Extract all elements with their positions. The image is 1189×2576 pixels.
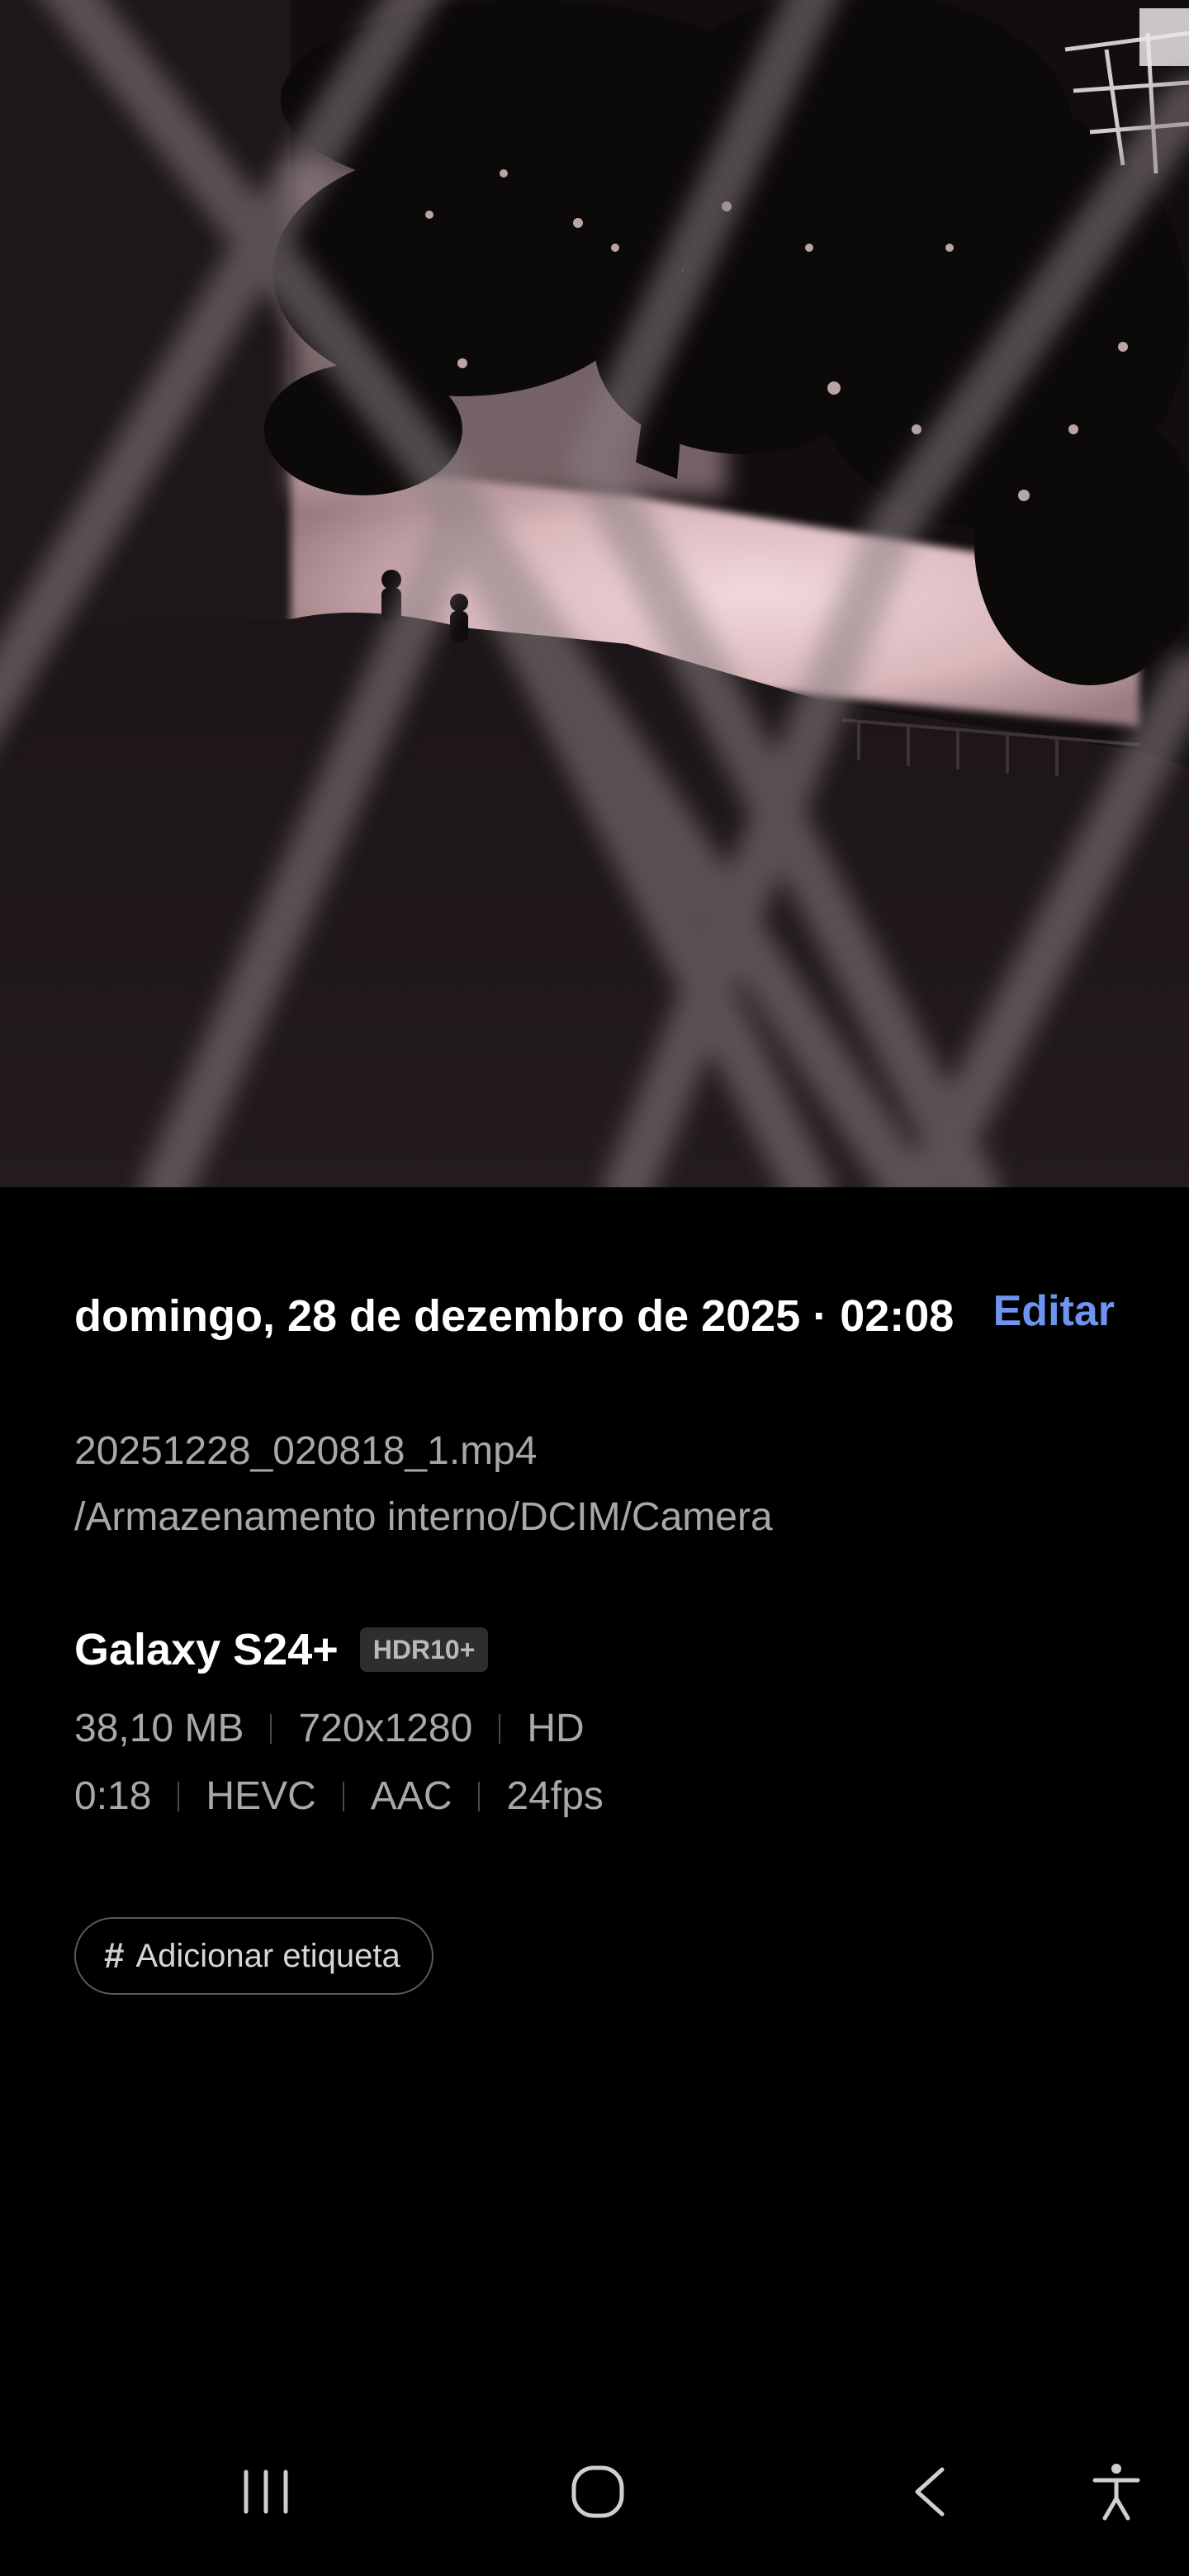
back-icon [915, 2467, 945, 2517]
device-name: Galaxy S24+ [74, 1625, 339, 1674]
home-button[interactable] [557, 2451, 639, 2533]
duration: 0:18 [74, 1774, 152, 1818]
recents-button[interactable] [225, 2451, 307, 2533]
divider [178, 1782, 180, 1811]
divider [342, 1782, 344, 1811]
divider [499, 1714, 501, 1744]
navigation-bar [0, 2401, 1189, 2576]
file-size: 38,10 MB [74, 1707, 244, 1750]
frame-rate: 24fps [506, 1774, 604, 1818]
media-preview[interactable] [0, 0, 1189, 1187]
video-codec: HEVC [206, 1774, 316, 1818]
hashtag-icon: # [104, 1935, 125, 1976]
resolution: 720x1280 [298, 1707, 473, 1750]
specs-row-1: 38,10 MB 720x1280 HD [74, 1702, 585, 1755]
divider [478, 1782, 481, 1811]
add-tag-label: Adicionar etiqueta [135, 1937, 400, 1974]
hdr-badge: HDR10+ [359, 1627, 489, 1672]
recents-icon [244, 2469, 288, 2514]
file-name: 20251228_020818_1.mp4 [74, 1429, 538, 1473]
accessibility-button[interactable] [1075, 2451, 1158, 2533]
file-path: /Armazenamento interno/DCIM/Camera [74, 1495, 773, 1539]
back-button[interactable] [888, 2451, 971, 2533]
edit-button[interactable]: Editar [993, 1280, 1115, 1342]
divider [270, 1714, 272, 1744]
details-panel: domingo, 28 de dezembro de 2025 · 02:08 … [0, 1187, 1189, 2401]
device-row: Galaxy S24+ HDR10+ [74, 1618, 489, 1681]
home-icon [571, 2465, 624, 2518]
night-scene-image [0, 0, 1189, 1187]
audio-codec: AAC [370, 1774, 452, 1818]
quality: HD [527, 1707, 585, 1750]
accessibility-icon [1092, 2464, 1140, 2521]
date-time: domingo, 28 de dezembro de 2025 · 02:08 [74, 1291, 955, 1341]
add-tag-button[interactable]: # Adicionar etiqueta [74, 1917, 433, 1995]
specs-row-2: 0:18 HEVC AAC 24fps [74, 1770, 604, 1823]
